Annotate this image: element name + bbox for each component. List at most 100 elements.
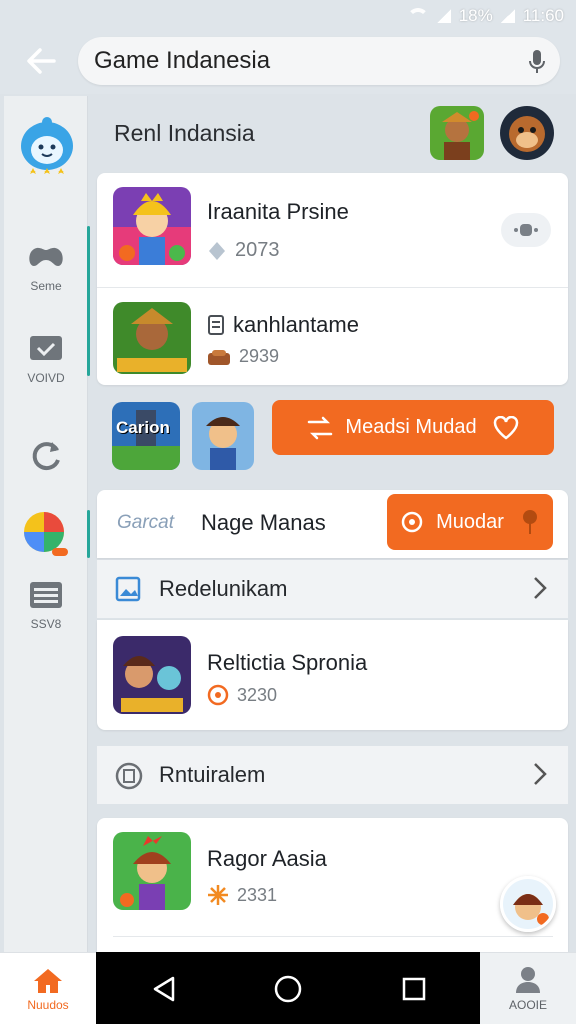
promo-thumbnail-text: Carion bbox=[116, 418, 170, 437]
sidebar-item-seme[interactable]: Seme bbox=[4, 242, 88, 293]
girl-hero-art-icon bbox=[113, 832, 191, 910]
tab-garcat[interactable]: Garcat bbox=[117, 512, 174, 534]
mascot-icon bbox=[21, 117, 73, 174]
treasure-icon bbox=[208, 349, 230, 365]
more-options-button[interactable] bbox=[501, 213, 551, 247]
film-icon bbox=[115, 762, 143, 790]
promo-thumbnail[interactable]: Carion bbox=[112, 402, 180, 470]
target-icon bbox=[401, 511, 423, 533]
meadsi-mudad-button[interactable]: Meadsi Mudad bbox=[272, 400, 554, 455]
game-thumbnail bbox=[113, 636, 191, 714]
search-input-value: Game Indanesia bbox=[94, 47, 271, 74]
divider bbox=[113, 936, 553, 937]
sparkle-icon bbox=[208, 885, 228, 905]
home-icon bbox=[34, 969, 62, 993]
home-circle-icon[interactable] bbox=[274, 975, 302, 1003]
recents-square-icon[interactable] bbox=[402, 977, 426, 1001]
sidebar-scroll-indicator[interactable] bbox=[87, 226, 90, 376]
tribal-warrior-art-icon bbox=[113, 302, 191, 374]
chevron-right-icon bbox=[534, 763, 547, 785]
wifi-icon bbox=[406, 8, 429, 24]
checkbox-icon bbox=[30, 336, 62, 360]
button-label: Muodar bbox=[436, 510, 504, 533]
monkey-avatar-icon bbox=[500, 106, 554, 160]
back-triangle-icon[interactable] bbox=[152, 976, 176, 1002]
colorful-avatar-icon bbox=[24, 512, 68, 556]
refresh-icon bbox=[32, 442, 60, 471]
game-thumbnail[interactable] bbox=[430, 106, 484, 160]
system-navigation-bar bbox=[96, 952, 480, 1024]
app-logo[interactable] bbox=[16, 114, 78, 184]
search-input[interactable]: Game Indanesia bbox=[78, 37, 560, 85]
bottom-navigation: Nuudos AOOIE bbox=[0, 952, 576, 1024]
sidebar: Seme VOIVD SSV8 bbox=[4, 96, 90, 952]
list-item[interactable]: Ragor Aasia 2331 bbox=[97, 818, 568, 952]
profile-header: Renl Indansia bbox=[96, 96, 568, 168]
item-title: Reltictia Spronia bbox=[207, 650, 368, 675]
back-button[interactable] bbox=[20, 40, 62, 82]
signal-icon bbox=[436, 9, 451, 23]
game-thumbnail bbox=[113, 302, 191, 374]
item-title: Iraanita Prsine bbox=[207, 199, 349, 224]
document-icon bbox=[208, 315, 224, 335]
chevron-right-icon bbox=[534, 577, 547, 599]
sidebar-active-indicator bbox=[87, 510, 90, 558]
sidebar-item-refresh[interactable] bbox=[4, 438, 88, 481]
signal-icon-2 bbox=[500, 9, 515, 23]
section-title: Redelunikam bbox=[159, 576, 288, 601]
list-item[interactable]: Reltictia Spronia 3230 bbox=[97, 620, 568, 730]
clock: 11:60 bbox=[522, 6, 564, 25]
section-header-rntuiralem[interactable]: Rntuiralem bbox=[97, 746, 568, 804]
tab-row: Garcat Nage Manas Muodar bbox=[97, 490, 568, 558]
coin-icon bbox=[207, 684, 229, 706]
arrow-left-icon bbox=[27, 48, 56, 74]
item-meta: 2939 bbox=[239, 346, 280, 366]
profile-name: Renl Indansia bbox=[114, 120, 255, 146]
list-icon bbox=[30, 582, 62, 608]
robot-icon bbox=[514, 224, 538, 236]
tab-nage-manas[interactable]: Nage Manas bbox=[201, 510, 326, 536]
user-avatar[interactable] bbox=[500, 106, 554, 160]
battery-text: 18% bbox=[458, 6, 493, 25]
section-header-redelunikam[interactable]: Redelunikam bbox=[97, 560, 568, 618]
hero-art-icon bbox=[192, 402, 254, 470]
item-title: Ragor Aasia bbox=[207, 846, 327, 871]
sidebar-item-label: SSV8 bbox=[30, 617, 62, 631]
item-title: kanhlantame bbox=[233, 312, 359, 337]
list-item[interactable]: kanhlantame 2939 bbox=[97, 288, 568, 385]
sidebar-item-ssv8[interactable]: SSV8 bbox=[4, 580, 88, 631]
search-bar: Game Indanesia bbox=[0, 32, 576, 94]
button-label: Meadsi Mudad bbox=[345, 416, 477, 438]
swap-icon bbox=[308, 416, 333, 439]
chat-head-icon bbox=[503, 879, 553, 929]
game-list-card: Iraanita Prsine 2073 kanhlantame 2939 bbox=[97, 173, 568, 385]
adventure-art-icon bbox=[113, 636, 191, 714]
status-bar: 18% 11:60 bbox=[0, 0, 576, 32]
image-icon bbox=[115, 576, 141, 602]
game-thumbnail bbox=[113, 187, 191, 265]
floating-avatar-button[interactable] bbox=[500, 876, 556, 932]
nav-profile-label: AOOIE bbox=[508, 998, 547, 1012]
list-item[interactable]: Iraanita Prsine 2073 bbox=[97, 173, 568, 287]
sidebar-item-voivd[interactable]: VOIVD bbox=[4, 334, 88, 385]
game-thumbnail bbox=[113, 832, 191, 910]
nav-home[interactable]: Nuudos bbox=[0, 952, 96, 1024]
item-meta: 3230 bbox=[237, 684, 278, 705]
diamond-icon bbox=[209, 241, 225, 260]
muodar-button[interactable]: Muodar bbox=[387, 494, 553, 550]
pin-icon bbox=[522, 510, 537, 534]
item-meta: 2073 bbox=[235, 239, 280, 261]
heart-icon bbox=[493, 415, 518, 440]
gamepad-icon bbox=[29, 247, 63, 266]
promo-thumbnail-2[interactable] bbox=[192, 402, 254, 470]
sidebar-item-avatar[interactable] bbox=[4, 510, 88, 565]
nav-home-label: Nuudos bbox=[27, 998, 69, 1012]
nav-profile[interactable]: AOOIE bbox=[480, 952, 576, 1024]
person-icon bbox=[516, 967, 540, 993]
sidebar-item-label: VOIVD bbox=[27, 371, 65, 385]
warrior-art-icon bbox=[430, 106, 484, 160]
sidebar-item-label: Seme bbox=[30, 279, 62, 293]
item-meta: 2331 bbox=[237, 884, 278, 905]
princess-art-icon bbox=[113, 187, 191, 265]
mic-icon[interactable] bbox=[528, 49, 546, 75]
